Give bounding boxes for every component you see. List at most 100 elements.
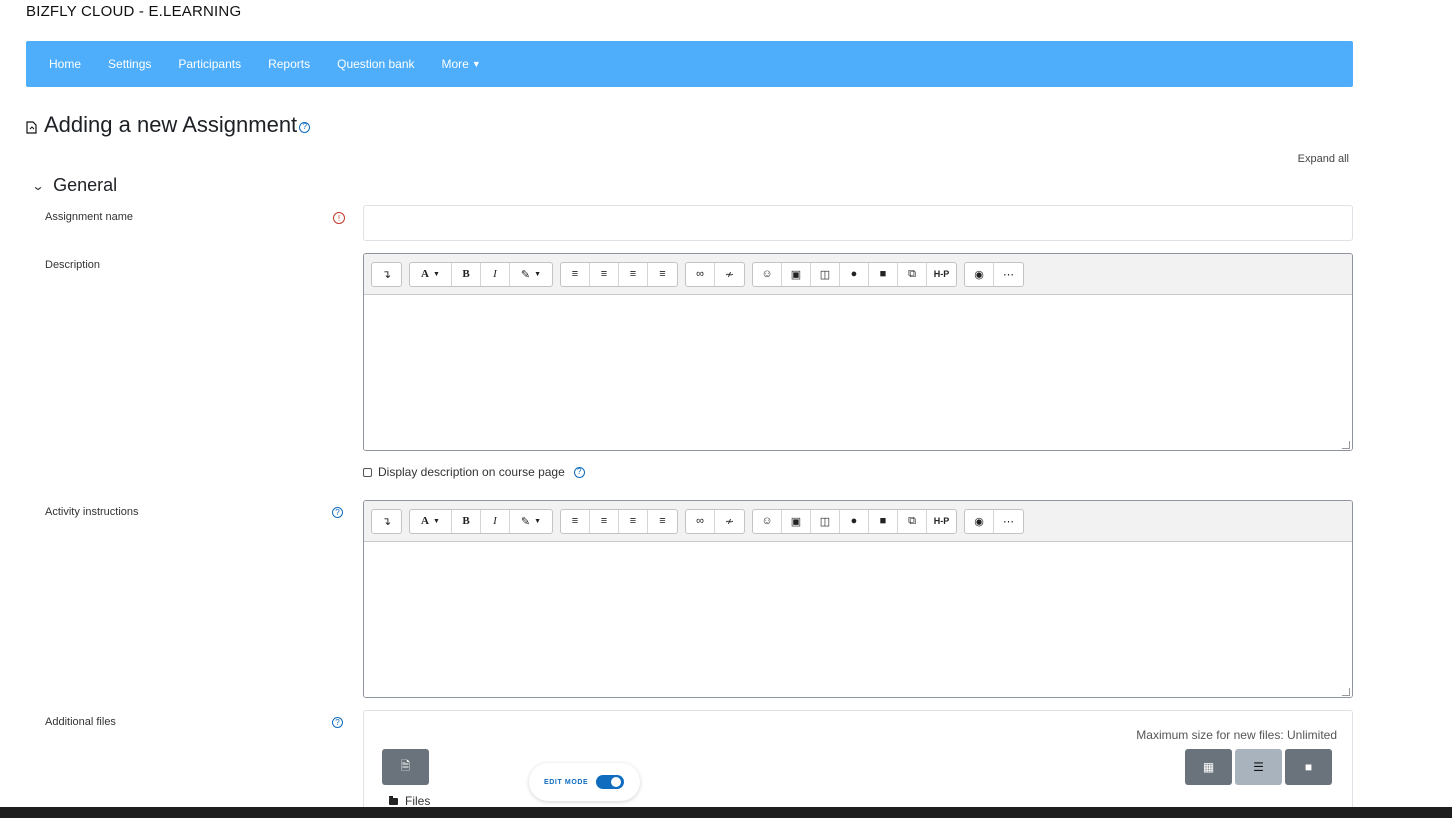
italic-icon[interactable]: I [481,509,510,533]
os-taskbar [0,807,1452,818]
section-title: General [53,175,118,195]
add-file-button[interactable]: 🗎 [382,749,429,785]
record-audio-icon[interactable]: ● [840,509,869,533]
nav-more-label: More [441,57,469,71]
bold-icon[interactable]: B [452,262,481,286]
file-add-icon: 🗎 [400,758,411,773]
assignment-icon [26,120,37,134]
italic-icon[interactable]: I [481,262,510,286]
unlink-icon[interactable]: ≁ [715,510,744,533]
chevron-down-icon: ▼ [471,59,481,69]
nav-reports[interactable]: Reports [268,57,310,71]
toolbar-group: ≡ ≡ ≡ ≡ [560,261,678,287]
display-description-row: Display description on course page ? [363,465,585,479]
toolbar-group: ◉ ⋯ [964,261,1024,287]
screenreader-helper-icon[interactable]: ⋯ [994,510,1023,533]
site-title[interactable]: BIZFLY CLOUD - E.LEARNING [26,3,241,20]
nav-settings[interactable]: Settings [108,57,151,71]
outdent-icon[interactable]: ≡ [619,262,648,286]
section-general-header[interactable]: ⌄ General [31,175,118,196]
h5p-label: H-P [933,516,950,526]
link-icon[interactable]: ∞ [686,262,715,286]
collapse-icon[interactable]: ↴ [372,263,401,286]
toolbar-group: ∞ ≁ [685,508,745,534]
indent-icon[interactable]: ≡ [648,263,677,286]
assignment-name-input[interactable] [363,205,1353,241]
description-label: Description [45,259,101,271]
resize-handle[interactable] [1342,441,1350,449]
chevron-down-icon: ⌄ [31,178,45,193]
view-tree-button[interactable]: ■ [1285,749,1332,785]
text-color-icon[interactable]: ✎ ▼ [510,263,552,286]
toolbar-group: ◉ ⋯ [964,508,1024,534]
expand-all-link[interactable]: Expand all [1298,153,1349,165]
text-color-icon[interactable]: ✎ ▼ [510,510,552,533]
emoji-icon[interactable]: ☺ [753,262,782,286]
help-icon[interactable]: ? [332,717,343,728]
edit-mode-toggle-container: EDIT MODE [529,763,640,801]
link-icon[interactable]: ∞ [686,509,715,533]
display-description-checkbox[interactable] [363,467,372,477]
accessibility-checker-icon[interactable]: ◉ [965,509,994,533]
help-icon[interactable]: ? [573,466,585,478]
unlink-icon[interactable]: ≁ [715,263,744,286]
image-icon[interactable]: ▣ [782,262,811,286]
image-icon[interactable]: ▣ [782,509,811,533]
toolbar-group: ☺ ▣ ◫ ● ■ ⧉ H-P [752,261,957,287]
editor-toolbar: ↴ A ▼ B I ✎ ▼ ≡ ≡ ≡ ≡ ∞ ≁ ☺ ▣ ◫ ● ■ ⧉ H-P … [364,501,1352,542]
view-list-button[interactable]: ☰ [1235,749,1282,785]
required-icon: ! [333,212,345,224]
grid-icon: ▦ [1202,760,1215,774]
nav-question-bank[interactable]: Question bank [337,57,414,71]
description-editor: ↴ A ▼ B I ✎ ▼ ≡ ≡ ≡ ≡ ∞ ≁ ☺ ▣ ◫ ● ■ ⧉ H-P … [363,253,1353,451]
record-audio-icon[interactable]: ● [840,262,869,286]
display-description-label[interactable]: Display description on course page [378,465,565,479]
nav-more[interactable]: More ▼ [442,57,481,71]
ordered-list-icon[interactable]: ≡ [590,509,619,533]
record-video-icon[interactable]: ■ [869,509,898,533]
view-icons-button[interactable]: ▦ [1185,749,1232,785]
emoji-icon[interactable]: ☺ [753,509,782,533]
edit-mode-toggle[interactable] [596,775,625,789]
manage-files-icon[interactable]: ⧉ [898,509,927,533]
h5p-icon[interactable]: H-P [927,510,956,533]
activity-instructions-label: Activity instructions [45,506,139,518]
indent-icon[interactable]: ≡ [648,510,677,533]
ordered-list-icon[interactable]: ≡ [590,262,619,286]
page-heading: Adding a new Assignment ? [26,112,311,138]
h5p-icon[interactable]: H-P [927,263,956,286]
media-icon[interactable]: ◫ [811,262,840,286]
bold-icon[interactable]: B [452,509,481,533]
toolbar-group: ≡ ≡ ≡ ≡ [560,508,678,534]
unordered-list-icon[interactable]: ≡ [561,509,590,533]
outdent-icon[interactable]: ≡ [619,509,648,533]
media-icon[interactable]: ◫ [811,509,840,533]
manage-files-icon[interactable]: ⧉ [898,262,927,286]
folder-icon: ■ [1304,760,1313,774]
additional-files-label: Additional files [45,716,116,728]
file-manager: Maximum size for new files: Unlimited 🗎 … [363,710,1353,818]
files-folder-row[interactable]: Files [389,794,430,808]
folder-icon [389,795,398,805]
record-video-icon[interactable]: ■ [869,262,898,286]
list-icon: ☰ [1253,760,1264,774]
nav-participants[interactable]: Participants [178,57,241,71]
h5p-label: H-P [933,269,950,279]
description-editor-content[interactable] [364,295,1352,450]
max-size-text: Maximum size for new files: Unlimited [1136,728,1337,742]
font-style-icon[interactable]: A ▼ [410,509,452,533]
unordered-list-icon[interactable]: ≡ [561,262,590,286]
toolbar-group: ↴ [371,261,402,287]
editor-toolbar: ↴ A ▼ B I ✎ ▼ ≡ ≡ ≡ ≡ ∞ ≁ ☺ ▣ ◫ ● ■ ⧉ H-P … [364,254,1352,295]
collapse-icon[interactable]: ↴ [372,510,401,533]
activity-instructions-editor-content[interactable] [364,542,1352,697]
help-icon[interactable]: ? [332,507,343,518]
nav-home[interactable]: Home [49,57,81,71]
font-style-icon[interactable]: A ▼ [410,262,452,286]
activity-instructions-editor: ↴ A ▼ B I ✎ ▼ ≡ ≡ ≡ ≡ ∞ ≁ ☺ ▣ ◫ ● ■ ⧉ H-P … [363,500,1353,698]
help-icon[interactable]: ? [299,121,311,133]
page-title: Adding a new Assignment [44,112,298,137]
resize-handle[interactable] [1342,688,1350,696]
screenreader-helper-icon[interactable]: ⋯ [994,263,1023,286]
accessibility-checker-icon[interactable]: ◉ [965,262,994,286]
